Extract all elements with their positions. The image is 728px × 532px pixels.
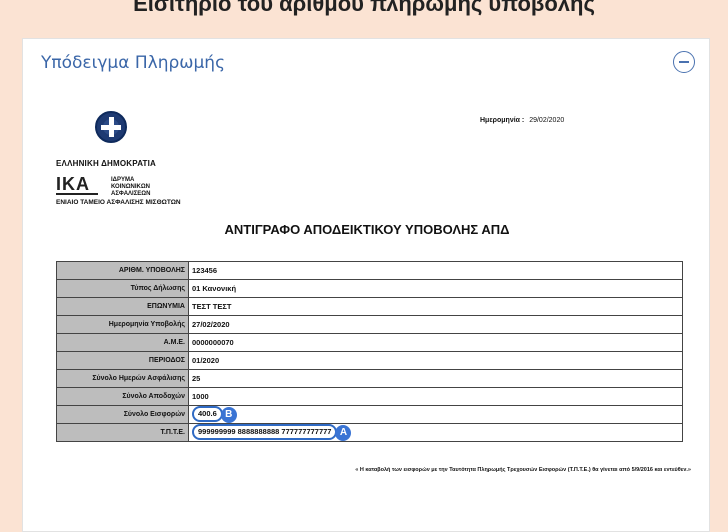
ika-line-1: ΙΔΡΥΜΑ: [111, 177, 135, 183]
row-value: 1000: [188, 387, 683, 406]
row-value: 27/02/2020: [188, 315, 683, 334]
table-row: ΕΠΩΝΥΜΙΑ ΤΕΣΤ ΤΕΣΤ: [56, 297, 683, 316]
row-label: Ημερομηνία Υποβολής: [56, 315, 189, 334]
table-row: Τ.Π.Τ.Ε. 999999999 8888888888 7777777777…: [56, 423, 683, 442]
table-row: Τύπος Δήλωσης 01 Κανονική: [56, 279, 683, 298]
document-title: ΑΝΤΙΓΡΑΦΟ ΑΠΟΔΕΙΚΤΙΚΟΥ ΥΠΟΒΟΛΗΣ ΑΠΔ: [224, 222, 510, 237]
table-row: Α.Μ.Ε. 0000000070: [56, 333, 683, 352]
greek-emblem-icon: [95, 111, 127, 143]
ika-line-3: ΑΣΦΑΛΙΣΕΩΝ: [111, 191, 151, 197]
payment-sample-panel: Υπόδειγμα Πληρωμής Ημερομηνία : 29/02/20…: [22, 38, 710, 532]
row-label: Σύνολο Ημερών Ασφάλισης: [56, 369, 189, 388]
row-label: Α.Μ.Ε.: [56, 333, 189, 352]
date-block: Ημερομηνία : 29/02/2020: [480, 117, 564, 124]
row-value: 01/2020: [188, 351, 683, 370]
row-label: ΠΕΡΙΟΔΟΣ: [56, 351, 189, 370]
table-row: Σύνολο Αποδοχών 1000: [56, 387, 683, 406]
tpte-highlight: 999999999 8888888888 777777777777: [192, 424, 338, 441]
table-row: Σύνολο Ημερών Ασφάλισης 25: [56, 369, 683, 388]
ika-lines: ΙΔΡΥΜΑ ΚΟΙΝΩΝΙΚΩΝ ΑΣΦΑΛΙΣΕΩΝ: [111, 177, 150, 198]
contributions-cell: 400.6 B: [188, 405, 683, 424]
row-label: ΑΡΙΘΜ. ΥΠΟΒΟΛΗΣ: [56, 261, 189, 280]
row-label: ΕΠΩΝΥΜΙΑ: [56, 297, 189, 316]
table-row: ΑΡΙΘΜ. ΥΠΟΒΟΛΗΣ 123456: [56, 261, 683, 280]
row-label: Τ.Π.Τ.Ε.: [56, 423, 189, 442]
submission-table: ΑΡΙΘΜ. ΥΠΟΒΟΛΗΣ 123456 Τύπος Δήλωσης 01 …: [56, 261, 683, 442]
row-value: 123456: [188, 261, 683, 280]
row-value: 0000000070: [188, 333, 683, 352]
date-label: Ημερομηνία :: [480, 117, 525, 124]
page-heading: Εισιτήριο του αριθμού πληρωμής υποβολής: [133, 0, 595, 16]
marker-b: B: [220, 406, 237, 423]
ika-logo: ΙΚΑ: [56, 173, 98, 195]
row-value: 25: [188, 369, 683, 388]
fund-name: ΕΝΙΑΙΟ ΤΑΜΕΙΟ ΑΣΦΑΛΙΣΗΣ ΜΙΣΘΩΤΩΝ: [56, 199, 181, 206]
table-row: Ημερομηνία Υποβολής 27/02/2020: [56, 315, 683, 334]
receipt-document: Ημερομηνία : 29/02/2020 ΕΛΛΗΝΙΚΗ ΔΗΜΟΚΡΑ…: [33, 99, 701, 523]
tpte-cell: 999999999 8888888888 777777777777 A: [188, 423, 683, 442]
row-value: 01 Κανονική: [188, 279, 683, 298]
row-value: ΤΕΣΤ ΤΕΣΤ: [188, 297, 683, 316]
table-row: Σύνολο Εισφορών 400.6 B: [56, 405, 683, 424]
contributions-highlight: 400.6: [192, 406, 223, 423]
table-row: ΠΕΡΙΟΔΟΣ 01/2020: [56, 351, 683, 370]
marker-a: A: [335, 424, 352, 441]
row-label: Σύνολο Αποδοχών: [56, 387, 189, 406]
ika-line-2: ΚΟΙΝΩΝΙΚΩΝ: [111, 184, 151, 190]
date-value: 29/02/2020: [529, 117, 565, 124]
row-label: Σύνολο Εισφορών: [56, 405, 189, 424]
collapse-icon[interactable]: [673, 51, 695, 73]
row-label: Τύπος Δήλωσης: [56, 279, 189, 298]
footnote: « Η καταβολή των εισφορών με την Ταυτότη…: [355, 467, 691, 473]
panel-header[interactable]: Υπόδειγμα Πληρωμής: [23, 39, 709, 85]
republic-label: ΕΛΛΗΝΙΚΗ ΔΗΜΟΚΡΑΤΙΑ: [56, 159, 156, 168]
panel-title: Υπόδειγμα Πληρωμής: [41, 53, 226, 73]
